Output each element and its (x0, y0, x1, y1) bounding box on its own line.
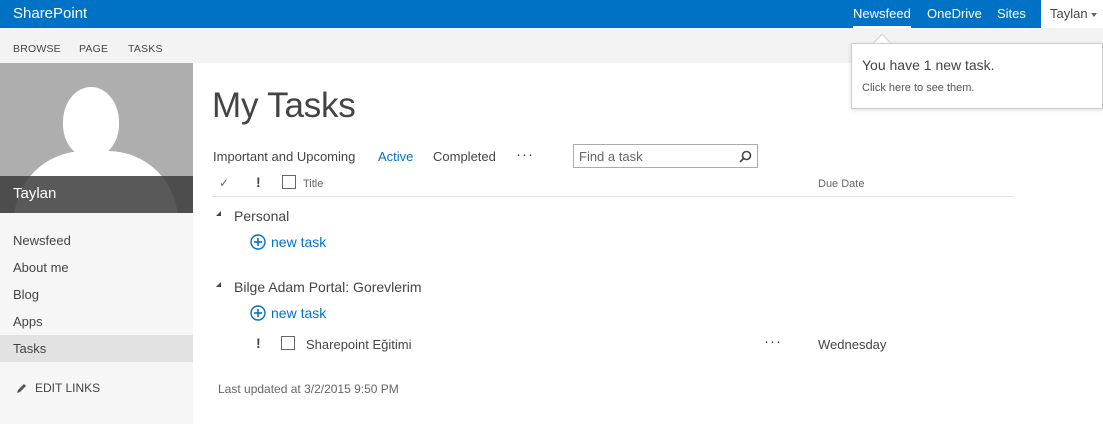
search-icon[interactable] (739, 150, 752, 163)
plus-circle-icon (250, 234, 266, 250)
user-menu[interactable]: Taylan (1041, 0, 1103, 28)
task-checkbox[interactable] (281, 336, 295, 350)
user-name: Taylan (1050, 6, 1088, 21)
notification-message: You have 1 new task. (862, 57, 995, 73)
more-views-button[interactable]: ··· (516, 146, 534, 163)
search-input[interactable] (574, 145, 724, 167)
notification-callout[interactable]: You have 1 new task. Click here to see t… (851, 43, 1103, 109)
view-important-upcoming[interactable]: Important and Upcoming (213, 149, 355, 164)
group-header-personal[interactable]: Personal (234, 208, 289, 224)
ribbon-tab-tasks[interactable]: TASKS (128, 43, 163, 55)
sidebar: Taylan Newsfeed About me Blog Apps Tasks… (0, 63, 193, 424)
header-divider (212, 196, 1014, 197)
notification-link[interactable]: Click here to see them. (862, 82, 975, 94)
topnav-sites[interactable]: Sites (997, 0, 1026, 28)
sidebar-item-blog[interactable]: Blog (0, 281, 193, 308)
avatar-head (63, 87, 119, 157)
task-more-button[interactable]: ··· (764, 333, 782, 350)
plus-circle-icon (250, 305, 266, 321)
check-column-icon[interactable]: ✓ (219, 176, 229, 190)
edit-links-button[interactable]: EDIT LINKS (15, 381, 100, 395)
suite-bar: SharePoint Newsfeed OneDrive Sites Tayla… (0, 0, 1103, 28)
brand-link[interactable]: SharePoint (13, 5, 87, 22)
search-box (573, 144, 758, 168)
quick-launch: Newsfeed About me Blog Apps Tasks (0, 227, 193, 362)
new-task-button[interactable]: new task (250, 234, 326, 250)
topnav-sites-wrap: Sites (997, 0, 1026, 28)
topnav-onedrive-wrap: OneDrive (927, 0, 982, 28)
sidebar-item-tasks[interactable]: Tasks (0, 335, 193, 362)
edit-links-label: EDIT LINKS (35, 381, 101, 395)
pencil-icon (17, 383, 26, 393)
sidebar-item-about-me[interactable]: About me (0, 254, 193, 281)
collapse-triangle-icon[interactable] (216, 282, 221, 287)
importance-toggle-icon[interactable]: ! (256, 335, 261, 351)
page-title: My Tasks (212, 86, 356, 125)
collapse-triangle-icon[interactable] (216, 211, 221, 216)
new-task-button[interactable]: new task (250, 305, 326, 321)
topnav-newsfeed-wrap: Newsfeed (853, 0, 911, 28)
due-date-column-header[interactable]: Due Date (818, 178, 864, 190)
sidebar-item-newsfeed[interactable]: Newsfeed (0, 227, 193, 254)
ribbon-tab-page[interactable]: PAGE (79, 43, 108, 55)
topnav-onedrive[interactable]: OneDrive (927, 0, 982, 28)
view-active[interactable]: Active (378, 149, 413, 164)
new-task-label: new task (271, 305, 327, 321)
select-all-checkbox[interactable] (282, 175, 296, 189)
task-title[interactable]: Sharepoint Eğitimi (306, 337, 412, 352)
profile-name[interactable]: Taylan (0, 176, 193, 213)
ribbon-tab-browse[interactable]: BROWSE (13, 43, 61, 55)
task-due-date: Wednesday (818, 337, 887, 352)
last-updated-text: Last updated at 3/2/2015 9:50 PM (218, 382, 399, 396)
importance-column-icon[interactable]: ! (256, 174, 261, 190)
sidebar-item-apps[interactable]: Apps (0, 308, 193, 335)
view-completed[interactable]: Completed (433, 149, 496, 164)
group-header-bilge-adam[interactable]: Bilge Adam Portal: Gorevlerim (234, 279, 422, 295)
title-column-header[interactable]: Title (303, 178, 323, 190)
topnav-newsfeed[interactable]: Newsfeed (853, 0, 911, 28)
caret-down-icon (1090, 12, 1097, 17)
new-task-label: new task (271, 234, 327, 250)
profile-photo[interactable]: Taylan (0, 63, 193, 213)
